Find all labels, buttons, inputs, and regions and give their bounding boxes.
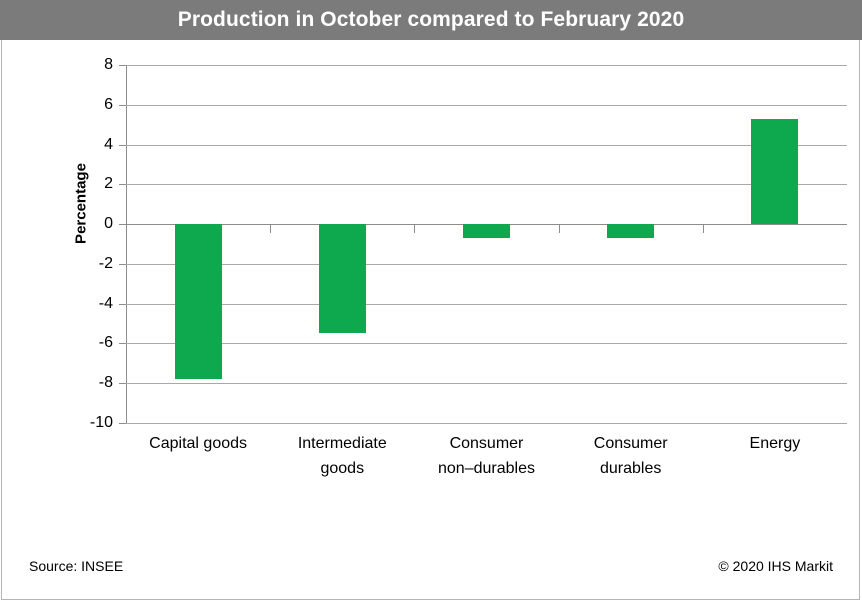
bar[interactable] — [607, 224, 655, 239]
y-axis-tick-label: 8 — [104, 56, 113, 73]
x-axis-label-line: Capital goods — [149, 435, 248, 452]
page-title: Production in October compared to Februa… — [177, 8, 685, 31]
x-axis-category-label: Consumer non–durables — [414, 432, 558, 482]
gridline — [126, 144, 847, 146]
y-axis-tick-label: -4 — [98, 294, 113, 312]
y-axis-tick — [119, 423, 126, 424]
y-axis-tick-label: 4 — [104, 135, 113, 153]
x-axis-label-line: Energy — [749, 435, 801, 452]
y-axis-tick-label: -10 — [89, 414, 113, 431]
x-axis-tick — [558, 224, 560, 234]
y-axis-tick-label: 2 — [104, 175, 113, 193]
x-axis-category-label: Consumer durables — [559, 432, 703, 482]
gridline — [126, 104, 847, 106]
plot-wrapper: Percentage 8 6 4 2 0 -2 -4 -6 -8 -10 Capital good… — [2, 40, 861, 600]
y-axis-tick — [119, 343, 126, 345]
bar[interactable] — [463, 224, 510, 239]
x-axis-category-label: Energy — [703, 432, 847, 457]
y-axis-tick-labels: 8 6 4 2 0 -2 -4 -6 -8 -10 — [53, 57, 113, 431]
y-axis-tick-label: -8 — [98, 374, 113, 392]
chart-card: Production in October compared to Februa… — [0, 0, 862, 601]
x-axis-label-line: Intermediate — [297, 435, 387, 452]
y-axis-tick — [119, 184, 126, 186]
bar[interactable] — [318, 224, 366, 334]
x-axis-label-line: non–durables — [438, 459, 535, 477]
x-axis-label-line: Consumer — [593, 435, 668, 452]
gridline — [126, 383, 847, 385]
x-axis-label-line: durables — [600, 459, 662, 477]
y-axis-tick — [119, 224, 126, 226]
bar[interactable] — [751, 118, 799, 225]
plot-area — [119, 65, 847, 424]
y-axis-tick — [119, 65, 126, 66]
x-axis-label-line: goods — [320, 459, 365, 477]
y-axis-tick-label: -6 — [98, 334, 113, 352]
x-axis-tick — [702, 224, 704, 234]
y-axis-line — [126, 65, 127, 424]
x-axis-label-line: Consumer — [449, 435, 524, 452]
gridline — [126, 184, 847, 186]
x-axis-category-label: Intermediate goods — [270, 432, 414, 482]
y-axis-tick — [119, 263, 126, 265]
gridline — [126, 343, 847, 345]
gridline — [126, 303, 847, 305]
gridline — [126, 423, 847, 424]
y-axis-tick — [119, 144, 126, 146]
y-axis-tick-label: -2 — [98, 254, 113, 272]
gridline — [126, 65, 847, 66]
y-axis-tick — [119, 383, 126, 385]
chart-body: Percentage 8 6 4 2 0 -2 -4 -6 -8 -10 Capital good… — [1, 40, 860, 600]
source-note: Source: INSEE — [29, 558, 124, 574]
copyright-note: © 2020 IHS Markit — [718, 558, 833, 574]
y-axis-tick — [119, 303, 126, 305]
gridline — [126, 263, 847, 265]
y-axis-tick-label: 0 — [104, 215, 113, 233]
bar[interactable] — [174, 224, 222, 380]
x-axis-tick — [414, 224, 416, 234]
y-axis-tick — [119, 104, 126, 106]
chart-title-bar: Production in October compared to Februa… — [0, 0, 862, 40]
x-axis-category-labels: Capital goods Intermediate goods Consumer no… — [126, 432, 847, 502]
x-axis-category-label: Capital goods — [126, 432, 270, 457]
x-axis-tick — [270, 224, 272, 234]
y-axis-tick-label: 6 — [104, 95, 113, 113]
